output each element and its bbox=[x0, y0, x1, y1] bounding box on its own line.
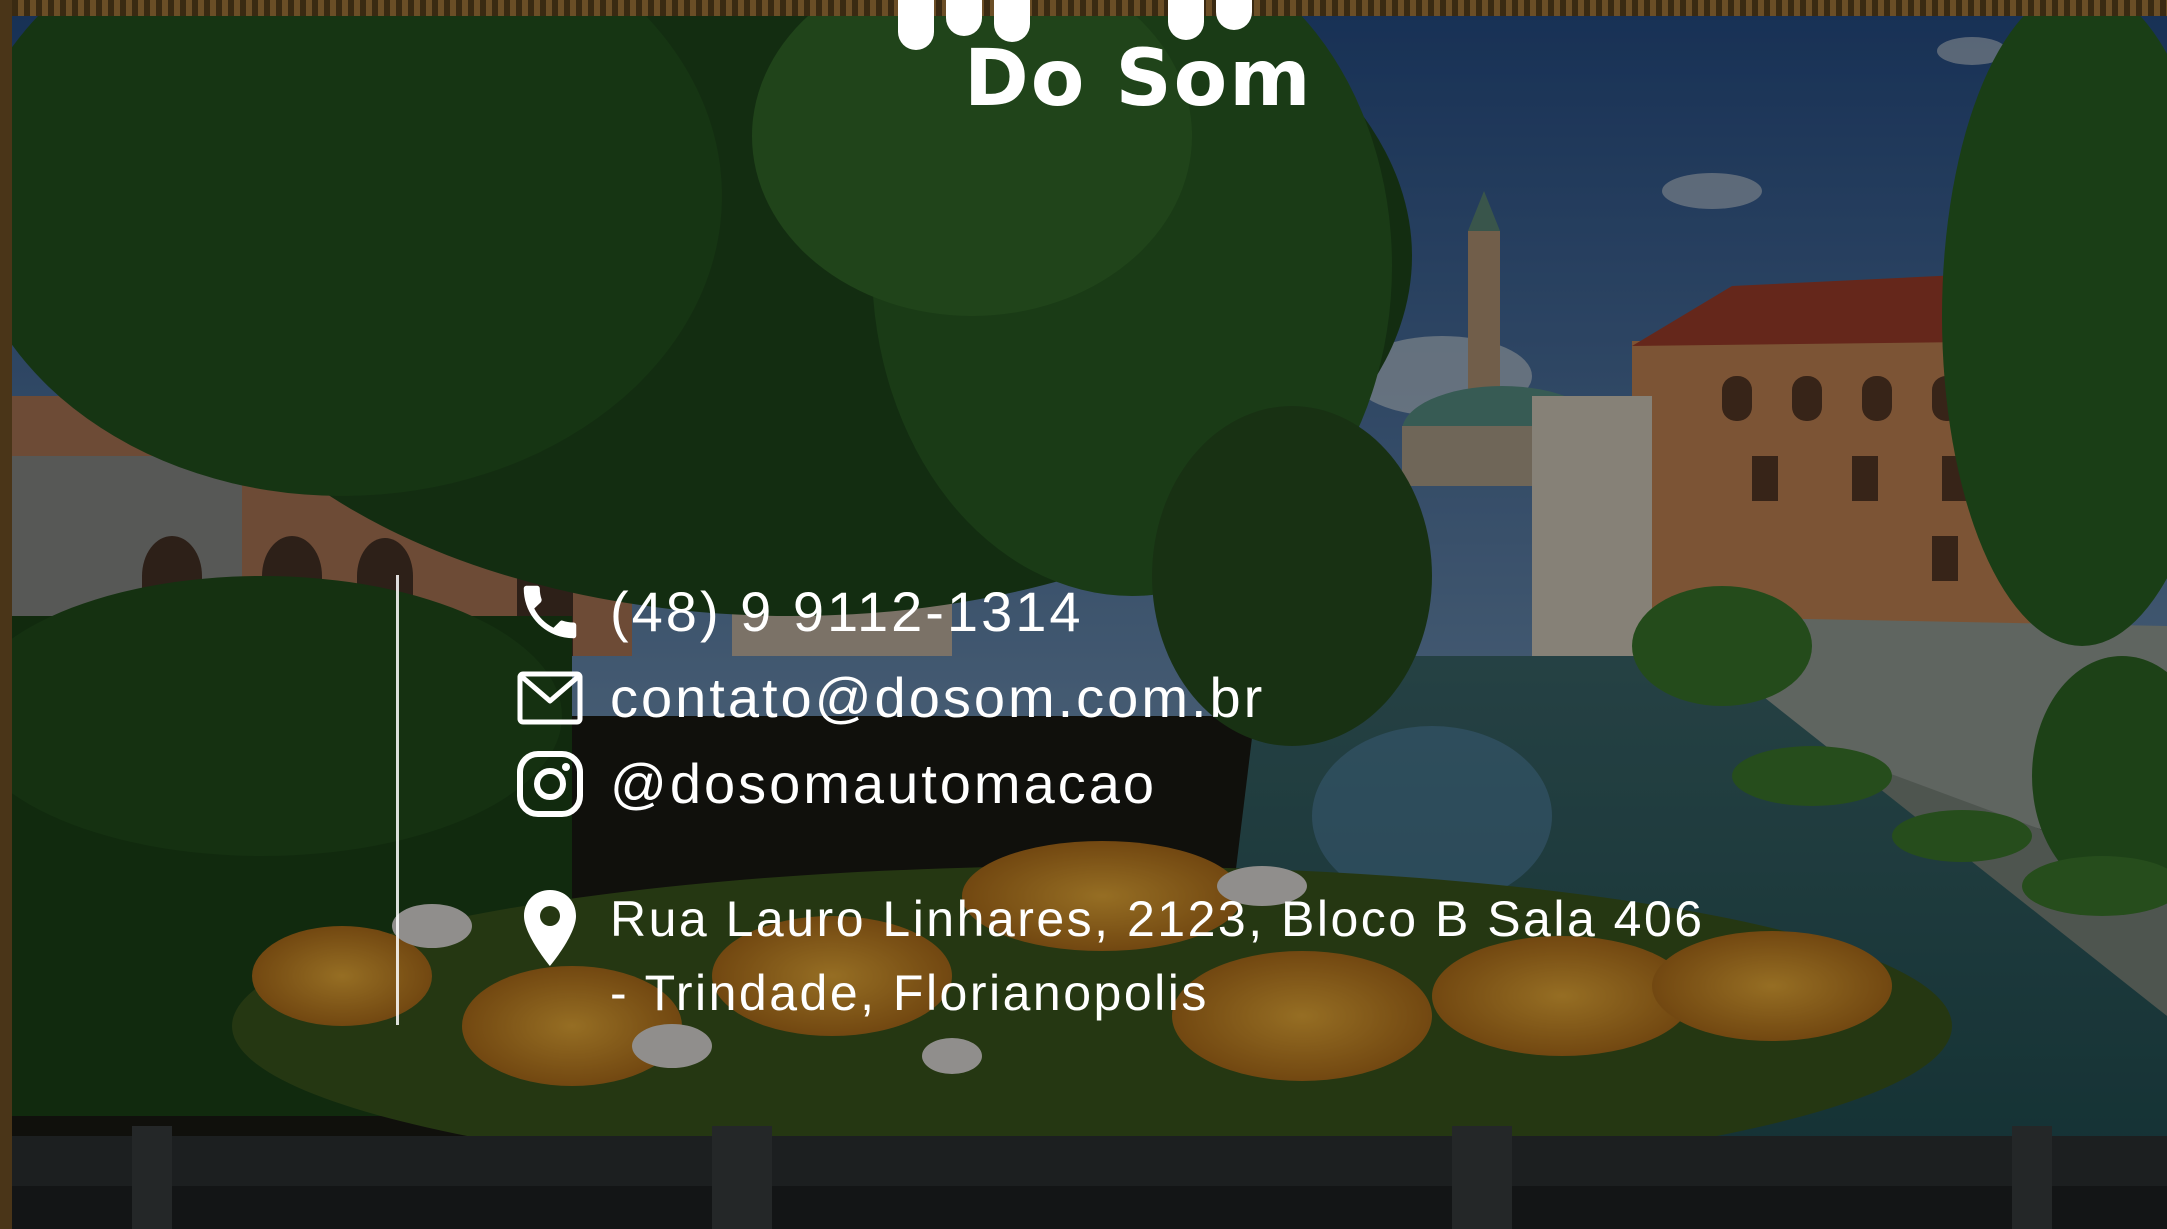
address-line-2: - Trindade, Florianopolis bbox=[610, 965, 1209, 1021]
address-line-1: Rua Lauro Linhares, 2123, Bloco B Sala 4… bbox=[610, 891, 1705, 947]
contact-instagram: @dosomautomacao bbox=[510, 744, 1157, 824]
brand-logo: Do Som bbox=[880, 0, 1311, 130]
picture-frame-left bbox=[0, 0, 12, 1229]
email-address[interactable]: contato@dosom.com.br bbox=[610, 664, 1265, 731]
contact-banner: Do Som (48) 9 9112-1314 contato@dosom.co… bbox=[0, 0, 2167, 1229]
address-text[interactable]: Rua Lauro Linhares, 2123, Bloco B Sala 4… bbox=[610, 882, 1705, 1030]
phone-icon bbox=[510, 572, 590, 652]
instagram-icon bbox=[510, 744, 590, 824]
instagram-handle[interactable]: @dosomautomacao bbox=[610, 750, 1157, 817]
contact-email: contato@dosom.com.br bbox=[510, 658, 1265, 738]
mail-icon bbox=[510, 658, 590, 738]
dark-overlay bbox=[12, 16, 2167, 1229]
location-pin-icon bbox=[510, 888, 590, 968]
vertical-divider bbox=[396, 575, 399, 1025]
phone-number[interactable]: (48) 9 9112-1314 bbox=[610, 578, 1084, 645]
contact-address: Rua Lauro Linhares, 2123, Bloco B Sala 4… bbox=[510, 882, 1705, 1030]
background-photo bbox=[12, 16, 2167, 1229]
brand-name: Do Som bbox=[964, 34, 1313, 124]
contact-phone: (48) 9 9112-1314 bbox=[510, 572, 1084, 652]
